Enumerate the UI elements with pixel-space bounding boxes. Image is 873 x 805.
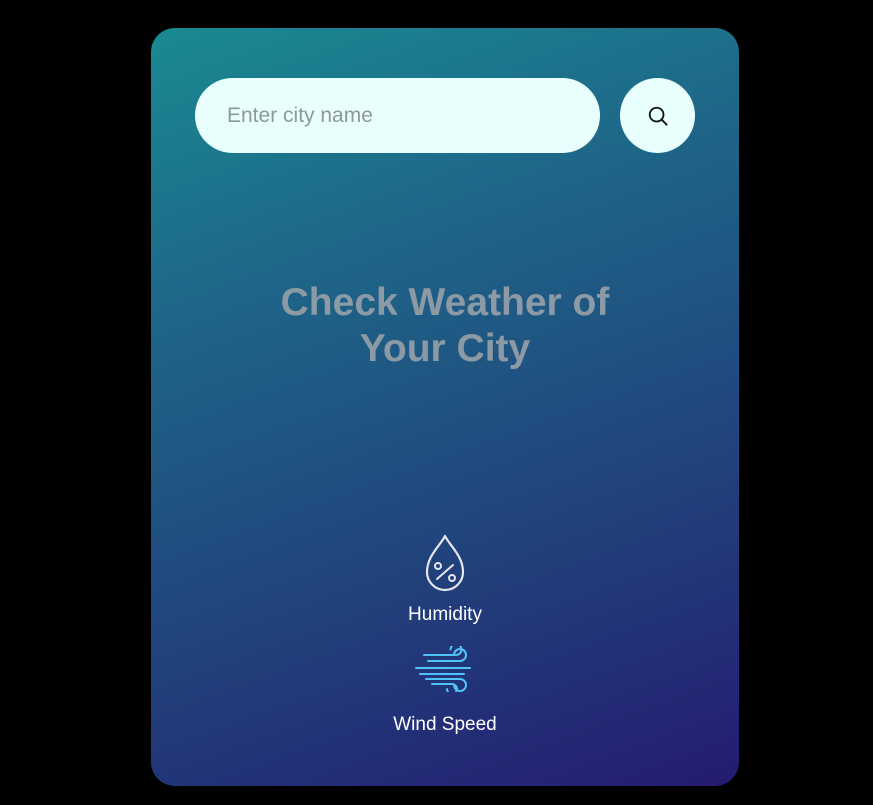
city-search-input[interactable] [195, 78, 600, 153]
wind-icon [415, 646, 471, 692]
wind-speed-label: Wind Speed [393, 714, 497, 735]
empty-state-title: Check Weather of Your City [151, 280, 739, 372]
humidity-label: Humidity [408, 604, 482, 625]
humidity-icon [425, 534, 465, 592]
humidity-detail: Humidity [151, 532, 739, 626]
empty-state-title-line-2: Your City [359, 327, 531, 370]
wind-detail: Wind Speed [151, 646, 739, 736]
search-button[interactable] [620, 78, 695, 153]
weather-card: Check Weather of Your City Humidity Wind… [151, 28, 739, 786]
empty-state-title-line-1: Check Weather of [280, 281, 610, 324]
search-icon [648, 106, 668, 126]
